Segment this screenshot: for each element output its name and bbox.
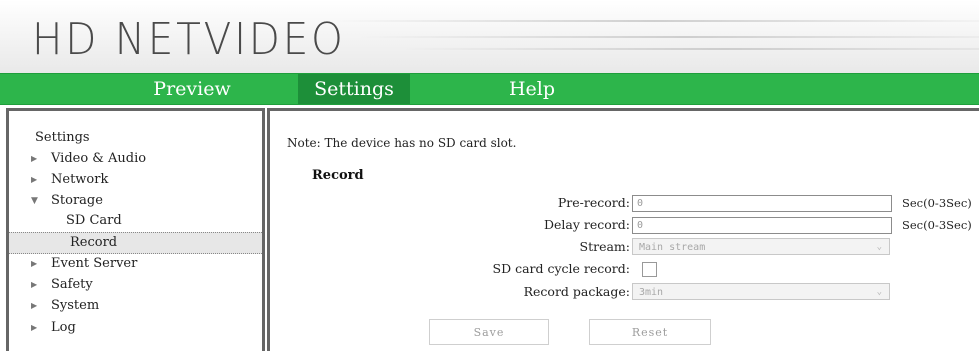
cycle-record-label: SD card cycle record: xyxy=(492,261,630,276)
record-settings-panel: Note: The device has no SD card slot. Re… xyxy=(267,108,979,351)
brand-logo: HD NETVIDEO xyxy=(32,14,346,65)
sd-card-note: Note: The device has no SD card slot. xyxy=(287,136,517,150)
settings-sidebar: Settings ▶ Video & Audio ▶ Network ▼ Sto… xyxy=(6,108,265,351)
record-package-label: Record package: xyxy=(523,284,630,299)
stream-label: Stream: xyxy=(579,239,630,254)
triangle-right-icon: ▶ xyxy=(31,323,38,332)
nav-tab-preview[interactable]: Preview xyxy=(118,74,266,104)
triangle-down-icon: ▼ xyxy=(31,196,38,206)
sidebar-item-label: Video & Audio xyxy=(51,151,147,166)
pre-record-label: Pre-record: xyxy=(557,195,630,210)
sidebar-item-storage[interactable]: ▼ Storage xyxy=(9,191,262,211)
chevron-down-icon: ⌄ xyxy=(876,242,882,252)
nav-tab-settings[interactable]: Settings xyxy=(298,74,410,104)
stream-select[interactable]: Main stream ⌄ xyxy=(632,238,890,255)
header-decoration xyxy=(330,20,979,22)
sidebar-item-label: Record xyxy=(70,235,118,250)
sidebar-title: Settings xyxy=(9,128,262,148)
header-decoration xyxy=(400,48,979,50)
save-button[interactable]: Save xyxy=(429,319,549,345)
sidebar-item-system[interactable]: ▶ System xyxy=(9,296,262,316)
reset-button[interactable]: Reset xyxy=(589,319,711,345)
delay-record-label: Delay record: xyxy=(544,217,630,232)
sidebar-item-label: Network xyxy=(51,172,109,187)
sidebar-item-network[interactable]: ▶ Network xyxy=(9,170,262,190)
triangle-right-icon: ▶ xyxy=(31,154,38,163)
sidebar-item-event-server[interactable]: ▶ Event Server xyxy=(9,254,262,274)
sidebar-item-label: System xyxy=(51,298,100,313)
sidebar-item-log[interactable]: ▶ Log xyxy=(9,318,262,338)
sidebar-item-record[interactable]: Record xyxy=(9,232,262,254)
triangle-right-icon: ▶ xyxy=(31,301,38,310)
sidebar-item-label: Event Server xyxy=(51,256,138,271)
sidebar-item-label: Log xyxy=(51,320,76,335)
cycle-record-checkbox[interactable] xyxy=(642,262,657,277)
triangle-right-icon: ▶ xyxy=(31,259,38,268)
delay-record-unit: Sec(0-3Sec) xyxy=(902,218,972,232)
header-banner: HD NETVIDEO xyxy=(0,0,979,73)
sidebar-item-label: SD Card xyxy=(66,213,122,228)
record-package-select-value: 3min xyxy=(639,287,664,298)
pre-record-input[interactable]: 0 xyxy=(632,195,892,212)
chevron-down-icon: ⌄ xyxy=(876,287,882,297)
delay-record-input[interactable]: 0 xyxy=(632,217,892,234)
pre-record-unit: Sec(0-3Sec) xyxy=(902,196,972,210)
sidebar-item-safety[interactable]: ▶ Safety xyxy=(9,275,262,295)
sidebar-title-label: Settings xyxy=(35,130,90,145)
nav-tab-help[interactable]: Help xyxy=(482,74,582,104)
sidebar-item-sd-card[interactable]: SD Card xyxy=(9,211,262,231)
triangle-right-icon: ▶ xyxy=(31,175,38,184)
record-package-select[interactable]: 3min ⌄ xyxy=(632,283,890,300)
section-title: Record xyxy=(312,168,364,183)
triangle-right-icon: ▶ xyxy=(31,280,38,289)
stream-select-value: Main stream xyxy=(639,242,706,253)
sidebar-item-label: Storage xyxy=(51,193,103,208)
header-decoration xyxy=(360,36,979,38)
top-nav: Preview Settings Help xyxy=(0,73,979,105)
sidebar-item-video-audio[interactable]: ▶ Video & Audio xyxy=(9,149,262,169)
sidebar-item-label: Safety xyxy=(51,277,93,292)
